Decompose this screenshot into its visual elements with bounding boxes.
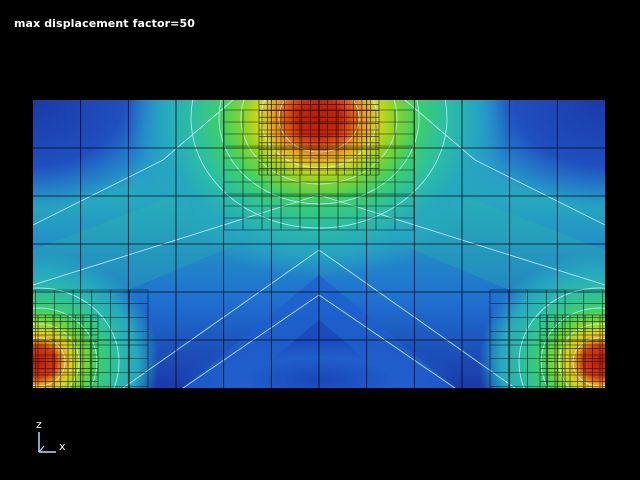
graphics-viewport[interactable]: max displacement factor=50 z x bbox=[0, 0, 640, 480]
axis-label-z: z bbox=[36, 418, 42, 431]
fem-contour-plot[interactable] bbox=[33, 100, 605, 388]
axis-label-x: x bbox=[59, 440, 66, 453]
axis-triad: z x bbox=[30, 418, 80, 458]
displacement-factor-label: max displacement factor=50 bbox=[14, 17, 195, 30]
